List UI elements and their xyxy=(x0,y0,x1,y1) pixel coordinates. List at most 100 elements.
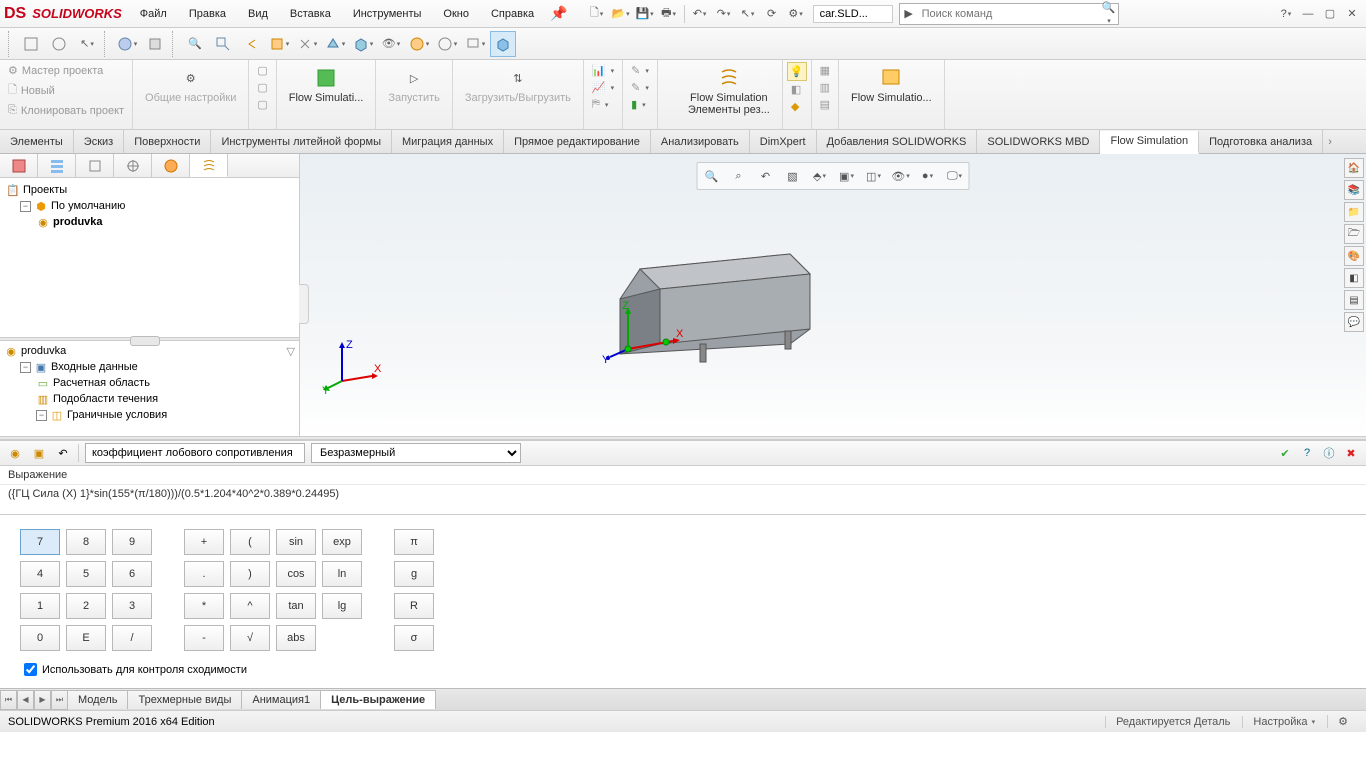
hu-hide-show[interactable]: ◫▾ xyxy=(862,165,886,187)
general-settings-button[interactable]: ⚙Общие настройки xyxy=(137,62,244,106)
rg-btn-10[interactable]: ◧ xyxy=(787,81,807,98)
study-filter-icon[interactable]: ▽ xyxy=(287,345,295,358)
rg-btn-8[interactable]: ✎▾ xyxy=(627,79,653,96)
close-button[interactable]: ✕ xyxy=(1342,4,1362,24)
document-name[interactable]: car.SLD... xyxy=(813,5,893,23)
tp-file-explorer-icon[interactable]: 🗁 xyxy=(1344,224,1364,244)
cm-tab-direct-edit[interactable]: Прямое редактирование xyxy=(504,130,651,153)
cancel-icon[interactable]: ✖ xyxy=(1342,444,1360,462)
calc-cos[interactable]: cos xyxy=(276,561,316,587)
hu-view-orient[interactable]: ⬘▾ xyxy=(808,165,832,187)
calc-rparen[interactable]: ) xyxy=(230,561,270,587)
flow-sim-tools-button[interactable]: Flow Simulatio... xyxy=(843,62,940,106)
calc-4[interactable]: 4 xyxy=(20,561,60,587)
view-triad[interactable]: X Z Y xyxy=(322,336,382,396)
tp-view-palette-icon[interactable]: 🎨 xyxy=(1344,246,1364,266)
menu-help[interactable]: Справка xyxy=(481,4,544,24)
rg-btn-4[interactable]: 📊▾ xyxy=(588,62,618,79)
hu-view-settings[interactable]: 🖵▾ xyxy=(943,165,967,187)
calc-plus[interactable]: + xyxy=(184,529,224,555)
redo-button[interactable]: ↷▾ xyxy=(713,3,735,25)
tb-cursor-icon[interactable]: ↖▾ xyxy=(74,31,100,57)
calc-8[interactable]: 8 xyxy=(66,529,106,555)
fm-tab-feature-tree[interactable] xyxy=(0,154,38,177)
rg-btn-2[interactable]: ▢ xyxy=(253,79,271,96)
goal-dimension-select[interactable]: Безразмерный xyxy=(311,443,521,463)
fm-tab-config[interactable] xyxy=(76,154,114,177)
pin-icon[interactable]: 📌 xyxy=(544,5,573,22)
hu-apply-scene[interactable]: ●▾ xyxy=(916,165,940,187)
calc-ln[interactable]: ln xyxy=(322,561,362,587)
use-convergence-checkbox[interactable] xyxy=(24,663,37,676)
open-button[interactable]: 📂▾ xyxy=(610,3,632,25)
dynamic-zoom-icon[interactable]: ▾ xyxy=(294,31,320,57)
rg-btn-12[interactable]: ▦ xyxy=(816,62,834,79)
btab-goal-expr[interactable]: Цель-выражение xyxy=(320,690,436,709)
hide-show-icon[interactable]: 👁▾ xyxy=(378,31,404,57)
help-icon[interactable]: ? xyxy=(1298,444,1316,462)
tp-forum-icon[interactable]: 💬 xyxy=(1344,312,1364,332)
cm-tab-surfaces[interactable]: Поверхности xyxy=(124,130,211,153)
load-unload-button[interactable]: ⇅Загрузить/Выгрузить xyxy=(457,62,579,106)
apply-scene-icon[interactable]: ▾ xyxy=(434,31,460,57)
calc-sigma[interactable]: σ xyxy=(394,625,434,651)
rg-btn-11[interactable]: ◆ xyxy=(787,98,807,115)
study-input-data[interactable]: − ▣ Входные данные xyxy=(4,359,295,375)
edit-appear-icon[interactable]: ▾ xyxy=(406,31,432,57)
section-view-icon[interactable]: ▾ xyxy=(266,31,292,57)
tree-default-config[interactable]: − ⬢ По умолчанию xyxy=(4,198,295,214)
calc-1[interactable]: 1 xyxy=(20,593,60,619)
hu-zoom-fit[interactable]: 🔍 xyxy=(700,165,724,187)
calc-3[interactable]: 3 xyxy=(112,593,152,619)
nav-prev[interactable]: ◀ xyxy=(17,690,34,710)
zoom-fit-icon[interactable]: 🔍 xyxy=(182,31,208,57)
detail-icon[interactable]: ⓘ xyxy=(1320,444,1338,462)
status-custom[interactable]: Настройка ▾ xyxy=(1242,716,1325,728)
study-boundary[interactable]: − ◫ Граничные условия xyxy=(4,407,295,423)
rg-btn-6[interactable]: ⛿▾ xyxy=(588,96,618,113)
hu-zoom-area[interactable]: ⌕ xyxy=(727,165,751,187)
hu-section[interactable]: ▧ xyxy=(781,165,805,187)
run-button[interactable]: ▷Запустить xyxy=(380,62,448,106)
toggle-icon[interactable]: − xyxy=(36,410,47,421)
rg-btn-1[interactable]: ▢ xyxy=(253,62,271,79)
calc-exp[interactable]: exp xyxy=(322,529,362,555)
calc-pi[interactable]: π xyxy=(394,529,434,555)
btab-animation1[interactable]: Анимация1 xyxy=(241,690,321,709)
fm-tab-display[interactable] xyxy=(152,154,190,177)
pm-icon-2[interactable]: ▣ xyxy=(30,444,48,462)
search-icon[interactable]: 🔍▾ xyxy=(1100,1,1118,26)
menu-window[interactable]: Окно xyxy=(433,4,479,24)
tb-assembly-icon[interactable] xyxy=(18,31,44,57)
rg-btn-5[interactable]: 📈▾ xyxy=(588,79,618,96)
command-search[interactable]: ▶ 🔍▾ xyxy=(899,3,1119,25)
calc-0[interactable]: 0 xyxy=(20,625,60,651)
help-button[interactable]: ?▾ xyxy=(1276,4,1296,24)
study-fluid-sub[interactable]: ▥ Подобласти течения xyxy=(4,391,295,407)
new-doc-button[interactable]: 🗋▾ xyxy=(586,3,608,25)
menu-tools[interactable]: Инструменты xyxy=(343,4,432,24)
calc-R[interactable]: R xyxy=(394,593,434,619)
cm-tab-evaluate[interactable]: Анализировать xyxy=(651,130,750,153)
menu-edit[interactable]: Правка xyxy=(179,4,236,24)
menu-view[interactable]: Вид xyxy=(238,4,278,24)
tree-root-projects[interactable]: 📋 Проекты xyxy=(4,182,295,198)
calc-minus[interactable]: - xyxy=(184,625,224,651)
tb-scene-icon[interactable] xyxy=(142,31,168,57)
cm-tab-features[interactable]: Элементы xyxy=(0,130,74,153)
fm-tab-dimxpert[interactable] xyxy=(114,154,152,177)
save-button[interactable]: 💾▾ xyxy=(634,3,656,25)
tree-toggle-icon[interactable]: − xyxy=(20,201,31,212)
hu-display[interactable]: ▣▾ xyxy=(835,165,859,187)
view-settings-icon[interactable]: ▾ xyxy=(462,31,488,57)
flow-sim-category-button[interactable]: Flow Simulation Элементы рез... xyxy=(680,62,778,118)
pm-icon-1[interactable]: ◉ xyxy=(6,444,24,462)
menu-insert[interactable]: Вставка xyxy=(280,4,341,24)
light-btn[interactable]: 💡 xyxy=(787,62,807,81)
view-orient-icon[interactable]: ▾ xyxy=(322,31,348,57)
nav-last[interactable]: ⏭ xyxy=(51,690,68,710)
menu-file[interactable]: Файл xyxy=(130,4,177,24)
calc-5[interactable]: 5 xyxy=(66,561,106,587)
graphics-viewport[interactable]: 🔍 ⌕ ↶ ▧ ⬘▾ ▣▾ ◫▾ 👁▾ ●▾ 🖵▾ xyxy=(300,154,1366,436)
study-comp-domain[interactable]: ▭ Расчетная область xyxy=(4,375,295,391)
